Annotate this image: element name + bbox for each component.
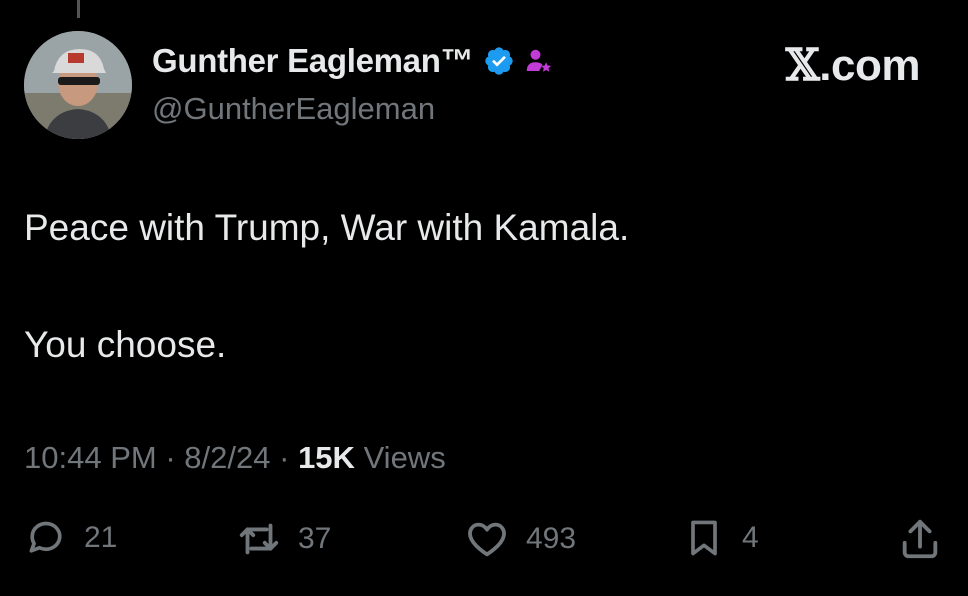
action-bar: 21 37 493 4 xyxy=(0,516,968,572)
share-icon xyxy=(902,519,938,559)
x-logo-glyph: 𝕏 xyxy=(785,40,820,91)
like-icon xyxy=(468,522,506,557)
like-button[interactable]: 493 xyxy=(464,516,576,562)
bookmark-count: 4 xyxy=(742,521,759,554)
author-handle[interactable]: @GuntherEagleman xyxy=(152,91,435,127)
avatar-image xyxy=(24,31,132,139)
repost-button[interactable]: 37 xyxy=(236,516,331,562)
tweet-text-line-1: Peace with Trump, War with Kamala. xyxy=(24,207,630,248)
meta-separator: · xyxy=(165,440,176,475)
reply-count: 21 xyxy=(84,521,118,554)
views-count: 15K xyxy=(298,440,355,475)
meta-separator: · xyxy=(279,440,290,475)
tweet-text-line-2: You choose. xyxy=(24,324,227,365)
repost-icon xyxy=(239,523,279,555)
tweet-time[interactable]: 10:44 PM xyxy=(24,440,157,475)
reply-icon xyxy=(29,521,62,553)
views-label: Views xyxy=(363,440,446,475)
bookmark-icon xyxy=(691,520,717,556)
bookmark-button[interactable]: 4 xyxy=(682,516,759,560)
reply-button[interactable]: 21 xyxy=(24,516,117,560)
tweet-date[interactable]: 8/2/24 xyxy=(184,440,270,475)
thread-connector-line xyxy=(77,0,80,18)
repost-count: 37 xyxy=(298,522,332,555)
avatar[interactable] xyxy=(24,31,132,139)
affiliate-icon[interactable] xyxy=(523,46,553,76)
author-name-row: Gunther Eagleman™ xyxy=(152,42,553,80)
x-com-watermark: 𝕏.com xyxy=(785,40,921,91)
tweet-meta: 10:44 PM · 8/2/24 · 15K Views xyxy=(24,440,446,476)
display-name[interactable]: Gunther Eagleman™ xyxy=(152,42,474,80)
share-button[interactable] xyxy=(897,516,943,562)
like-count: 493 xyxy=(526,522,577,555)
verified-icon[interactable] xyxy=(483,45,515,77)
x-com-suffix: .com xyxy=(819,41,920,90)
